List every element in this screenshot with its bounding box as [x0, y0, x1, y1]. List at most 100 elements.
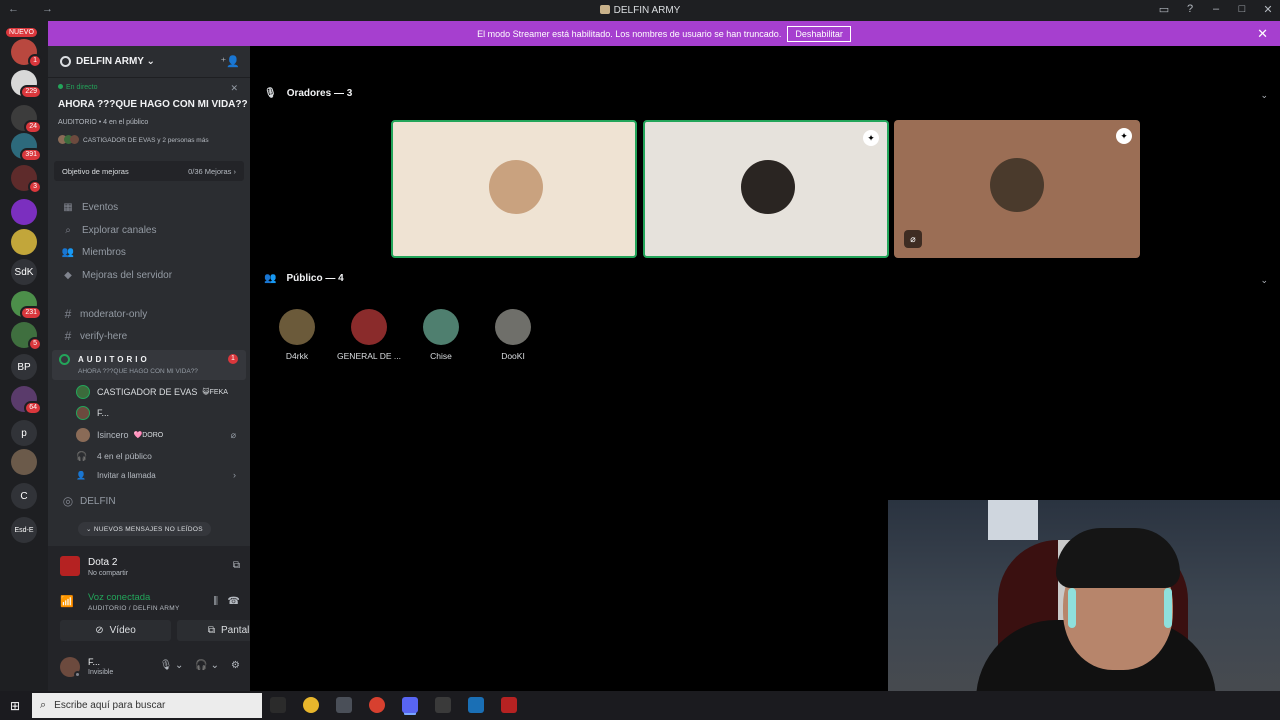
- window-controls: ▭ ? – □ ✕: [1158, 3, 1274, 16]
- server-icon[interactable]: 391: [11, 133, 42, 162]
- inbox-icon[interactable]: ▭: [1158, 3, 1170, 16]
- banner-text: El modo Streamer está habilitado. Los no…: [477, 28, 782, 39]
- mention-badge: 3: [28, 180, 42, 194]
- chrome-2-app-icon[interactable]: [369, 697, 385, 713]
- stage-channel-auditorio[interactable]: AUDITORIO AHORA ???QUE HAGO CON MI VIDA?…: [52, 350, 246, 380]
- maximize-button[interactable]: □: [1236, 3, 1248, 16]
- search-icon: ⌕: [40, 699, 47, 711]
- live-card-close-icon[interactable]: ✕: [230, 83, 238, 94]
- channel-moderator-only[interactable]: # moderator-only: [54, 304, 244, 324]
- disable-streamer-button[interactable]: Deshabilitar: [787, 25, 851, 42]
- server-icon[interactable]: [11, 199, 37, 225]
- people-icon: 👥: [264, 273, 277, 284]
- audience-member[interactable]: GENERAL DE ...: [335, 309, 403, 361]
- user-controls: 🎙 ⌄ 🎧 ⌄ ⚙: [160, 660, 240, 671]
- live-status: En directo: [58, 84, 98, 91]
- server-icon[interactable]: 5: [11, 322, 42, 351]
- invite-label: Invitar a llamada: [97, 470, 156, 480]
- banner-close-icon[interactable]: ✕: [1257, 26, 1268, 42]
- audience-member[interactable]: Chise: [407, 309, 475, 361]
- audience-member[interactable]: D4rkk: [263, 309, 331, 361]
- channel-label: verify-here: [80, 330, 128, 342]
- chevron-down-icon[interactable]: ⌄: [1260, 90, 1268, 101]
- video-button[interactable]: ⊘ Vídeo: [60, 620, 171, 641]
- nav-item-server-boosts[interactable]: ◆ Mejoras del servidor: [54, 265, 244, 285]
- server-label: C: [20, 490, 28, 502]
- nav-item-browse-channels[interactable]: ⌕ Explorar canales: [54, 220, 244, 240]
- nav-item-members[interactable]: 👥 Miembros: [54, 242, 244, 262]
- voice-location[interactable]: AUDITORIO / DELFIN ARMY: [88, 605, 180, 612]
- chrome-app-icon[interactable]: [303, 697, 319, 713]
- user-name[interactable]: F...: [88, 657, 100, 667]
- calendar-icon: ▦: [63, 201, 73, 213]
- stage-count-badge: 1: [228, 354, 238, 364]
- disconnect-icon[interactable]: ☎: [228, 596, 240, 607]
- server-icon[interactable]: p: [11, 420, 37, 446]
- server-icon[interactable]: [11, 449, 37, 475]
- voice-connected: 📶 Voz conectada AUDITORIO / DELFIN ARMY …: [60, 590, 240, 616]
- server-header[interactable]: DELFIN ARMY ⌄ ⁺👤: [48, 46, 250, 78]
- audience-header[interactable]: 👥 Público — 4: [264, 273, 344, 284]
- server-icon[interactable]: 231: [11, 291, 42, 320]
- chevron-down-icon[interactable]: ⌄: [1260, 275, 1268, 286]
- server-icon[interactable]: 229: [11, 70, 42, 99]
- mention-badge: 229: [20, 85, 42, 99]
- dota-app-icon[interactable]: [501, 697, 517, 713]
- streamer-mode-banner: El modo Streamer está habilitado. Los no…: [48, 21, 1280, 46]
- app-5-app-icon[interactable]: [435, 697, 451, 713]
- voice-user-tag: 😺FEKA: [202, 389, 228, 396]
- webcam-overlay: [888, 500, 1280, 720]
- voice-status[interactable]: Voz conectada: [88, 592, 150, 603]
- taskbar-search[interactable]: ⌕ Escribe aquí para buscar: [32, 693, 262, 718]
- new-unread-messages-pill[interactable]: ⌄ NUEVOS MENSAJES NO LEÍDOS: [78, 522, 211, 536]
- audience-row[interactable]: 🎧 4 en el público: [76, 446, 244, 466]
- channel-delfin[interactable]: ◎ DELFIN: [54, 491, 244, 511]
- help-icon[interactable]: ?: [1184, 3, 1196, 16]
- headphones-icon[interactable]: 🎧 ⌄: [195, 660, 219, 671]
- minimize-button[interactable]: –: [1210, 3, 1222, 16]
- nav-item-events[interactable]: ▦ Eventos: [54, 197, 244, 217]
- screen-share-button[interactable]: ⧉ Pantalla: [177, 620, 250, 641]
- discord-app-icon[interactable]: [402, 697, 418, 713]
- hash-icon: #: [64, 307, 72, 321]
- stream-game-icon[interactable]: ⧉: [233, 560, 240, 571]
- taskbar: ⊞ ⌕ Escribe aquí para buscar: [0, 691, 1280, 720]
- speaker-tile[interactable]: ✦ ⌀: [894, 120, 1140, 258]
- app-2-app-icon[interactable]: [336, 697, 352, 713]
- server-icon[interactable]: Esd-E: [11, 517, 37, 543]
- server-icon[interactable]: [11, 229, 37, 255]
- server-label: BP: [17, 361, 31, 373]
- settings-gear-icon[interactable]: ⚙: [231, 660, 240, 671]
- browse-icon: ⌕: [65, 224, 71, 236]
- goal-label: Objetivo de mejoras: [62, 167, 129, 176]
- server-icon[interactable]: BP: [11, 354, 37, 380]
- voice-user[interactable]: CASTIGADOR DE EVAS 😺FEKA: [76, 382, 244, 402]
- invite-to-call[interactable]: 👤 Invitar a llamada ›: [76, 465, 244, 485]
- speaker-tile[interactable]: ✦: [643, 120, 889, 258]
- voice-user[interactable]: F...: [76, 403, 244, 423]
- speaker-tile[interactable]: [391, 120, 637, 258]
- boost-goal[interactable]: Objetivo de mejoras 0/36 Mejoras ›: [54, 161, 244, 181]
- voice-user[interactable]: Isincero 🩷DORO ⌀: [76, 425, 244, 445]
- server-icon[interactable]: 1: [11, 39, 42, 68]
- server-icon[interactable]: C: [11, 483, 37, 509]
- server-icon[interactable]: SdK: [11, 259, 37, 285]
- avatar: [489, 160, 543, 214]
- steam-app-icon[interactable]: [468, 697, 484, 713]
- noise-suppression-icon[interactable]: ⫼: [213, 596, 218, 607]
- speakers-header[interactable]: 🎙 Oradores — 3: [264, 88, 352, 99]
- server-icon[interactable]: 64: [11, 386, 42, 415]
- invite-people-icon[interactable]: ⁺👤: [220, 55, 240, 68]
- members-icon: 👥: [61, 246, 75, 258]
- audience-member[interactable]: DooKI: [479, 309, 547, 361]
- stage-topic: AHORA ???QUE HAGO CON MI VIDA??: [58, 99, 248, 110]
- microphone-icon[interactable]: 🎙 ⌄: [160, 660, 184, 671]
- server-icon[interactable]: 24: [11, 105, 42, 134]
- task-view-app-icon[interactable]: [270, 697, 286, 713]
- game-subtitle: No compartir: [88, 570, 129, 577]
- windows-start-icon[interactable]: ⊞: [10, 699, 20, 713]
- server-icon[interactable]: 3: [11, 165, 42, 194]
- close-window-button[interactable]: ✕: [1262, 3, 1274, 16]
- channel-verify-here[interactable]: # verify-here: [54, 326, 244, 346]
- server-name[interactable]: DELFIN ARMY ⌄: [76, 56, 155, 67]
